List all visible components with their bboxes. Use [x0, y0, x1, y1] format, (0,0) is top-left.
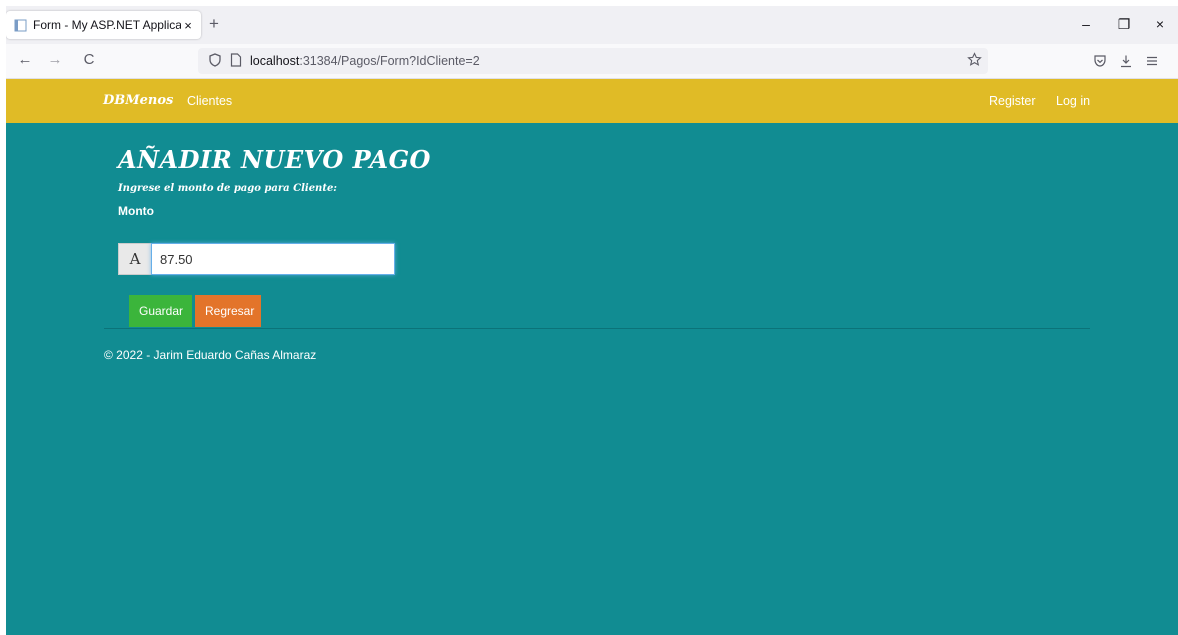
- url-host: localhost: [250, 54, 300, 68]
- download-icon[interactable]: [1119, 54, 1133, 73]
- amount-input-group: A: [118, 243, 395, 275]
- reload-icon[interactable]: C: [79, 52, 99, 68]
- browser-window: Form - My ASP.NET Application × + – ❐ × …: [6, 6, 1178, 635]
- amount-addon: A: [118, 243, 151, 275]
- new-tab-icon[interactable]: +: [209, 15, 219, 32]
- pocket-icon[interactable]: [1093, 54, 1107, 73]
- save-button[interactable]: Guardar: [129, 295, 192, 327]
- url-text[interactable]: localhost:31384/Pagos/Form?IdCliente=2: [250, 54, 480, 68]
- footer-divider: [104, 328, 1090, 329]
- browser-navbar: ← → C localhost:31384/Pagos/Form?IdClien…: [6, 44, 1178, 79]
- amount-label: Monto: [118, 204, 154, 218]
- back-icon[interactable]: ←: [15, 52, 35, 68]
- back-button[interactable]: Regresar: [195, 295, 261, 327]
- url-path: :31384/Pagos/Form?IdCliente=2: [299, 54, 480, 68]
- nav-link-register[interactable]: Register: [989, 94, 1036, 108]
- tab-close-icon[interactable]: ×: [181, 18, 195, 33]
- amount-input[interactable]: [151, 243, 395, 275]
- page-favicon-icon: [14, 19, 27, 32]
- brand-logo[interactable]: DBMenos: [103, 93, 173, 108]
- browser-tab[interactable]: Form - My ASP.NET Application ×: [6, 11, 201, 39]
- tab-strip: Form - My ASP.NET Application × + – ❐ ×: [6, 6, 1178, 44]
- nav-link-clientes[interactable]: Clientes: [187, 94, 232, 108]
- form-subtitle: Ingrese el monto de pago para Cliente:: [118, 183, 337, 194]
- nav-link-login[interactable]: Log in: [1056, 94, 1090, 108]
- footer-text: © 2022 - Jarim Eduardo Cañas Almaraz: [104, 348, 317, 362]
- payment-form: AÑADIR NUEVO PAGO Ingrese el monto de pa…: [118, 145, 431, 327]
- page-icon[interactable]: [230, 52, 242, 70]
- site-navbar: DBMenos Clientes Register Log in: [6, 79, 1178, 123]
- close-window-icon[interactable]: ×: [1150, 16, 1170, 32]
- shield-icon[interactable]: [208, 52, 222, 70]
- web-page: DBMenos Clientes Register Log in AÑADIR …: [6, 79, 1178, 635]
- url-bar[interactable]: localhost:31384/Pagos/Form?IdCliente=2: [198, 48, 988, 74]
- forward-icon[interactable]: →: [45, 52, 65, 68]
- page-title: AÑADIR NUEVO PAGO: [118, 145, 431, 174]
- menu-icon[interactable]: [1145, 54, 1159, 73]
- restore-icon[interactable]: ❐: [1114, 16, 1134, 33]
- minimize-icon[interactable]: –: [1076, 16, 1096, 32]
- tab-title: Form - My ASP.NET Application: [33, 18, 181, 32]
- bookmark-star-icon[interactable]: [967, 52, 982, 70]
